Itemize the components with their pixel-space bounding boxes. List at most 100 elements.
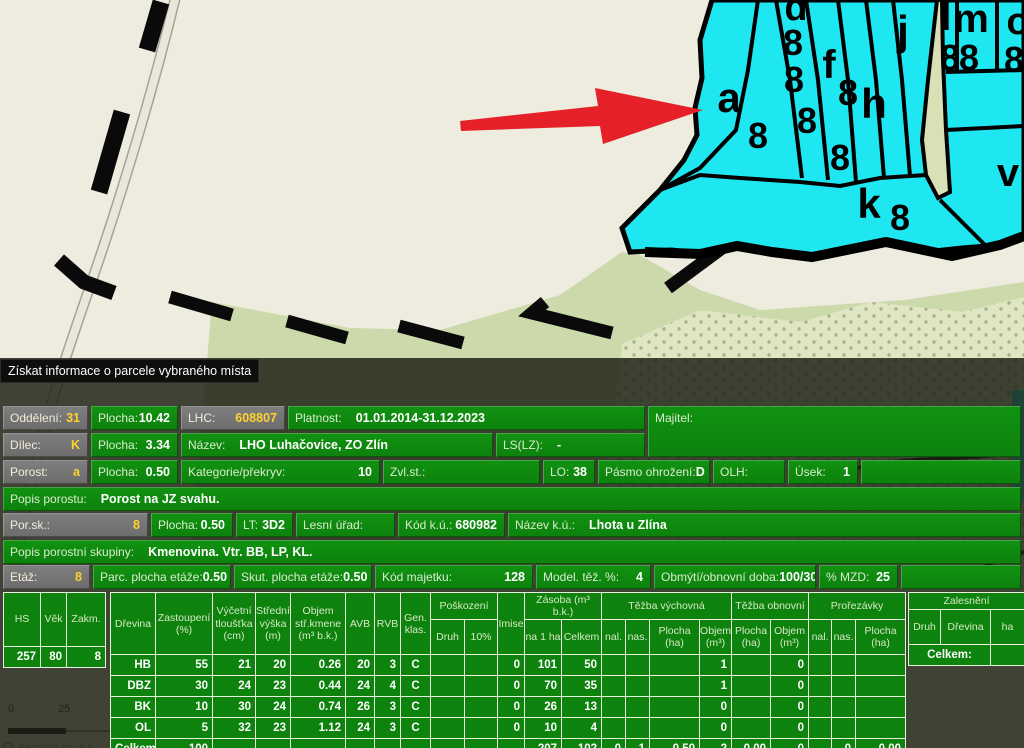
column-header: Střední výška (m): [256, 593, 291, 655]
stand-number: 8: [838, 72, 858, 113]
sub-column-header: Objem (m³): [700, 620, 732, 655]
field-skut_plocha: Skut. plocha etáže:0.50: [234, 565, 372, 589]
field-oddeleni: Oddělení: 31: [3, 406, 88, 430]
parcel-label-f: f: [822, 43, 836, 87]
parcel-label-l: l: [941, 0, 952, 39]
field-value: D: [696, 465, 705, 479]
stand-number: 8: [784, 59, 804, 100]
field-label: Platnost:: [295, 411, 342, 425]
field-value: 38: [573, 465, 587, 479]
table-cell: 0: [832, 739, 856, 748]
field-value: 8: [75, 570, 82, 584]
field-label: Parc. plocha etáže:: [100, 570, 203, 584]
column-header: Objem stř.kmene (m³ b.k.): [291, 593, 346, 655]
table-cell: C: [401, 655, 431, 676]
field-majitel: Majitel:: [648, 406, 1021, 457]
field-label: Plocha:: [98, 438, 138, 452]
field-label: Model. těž. %:: [543, 570, 619, 584]
field-label: LT:: [243, 518, 258, 532]
field-label: Oddělení:: [10, 411, 62, 425]
table-cell: 0.00: [856, 739, 906, 748]
table-cell: [346, 739, 375, 748]
table-cell: [431, 718, 465, 739]
table-cell: OL: [111, 718, 156, 739]
field-label: Plocha:: [158, 518, 198, 532]
field-label: Popis porostní skupiny:: [10, 545, 134, 559]
field-label: LS(LZ):: [503, 438, 543, 452]
sub-column-header: Plocha (ha): [732, 620, 771, 655]
table-cell: 0: [498, 697, 525, 718]
table-cell: [856, 655, 906, 676]
table-cell: 4: [375, 676, 401, 697]
table-cell: 0.50: [650, 739, 700, 748]
table-cell: [256, 739, 291, 748]
table-cell: [832, 718, 856, 739]
table-cell: 101: [525, 655, 562, 676]
table-cell: [602, 655, 626, 676]
table-cell: 100: [156, 739, 213, 748]
table-cell: [732, 655, 771, 676]
field-value: 31: [66, 411, 80, 425]
stand-number: 8: [783, 22, 803, 63]
table-cell: 24: [346, 718, 375, 739]
table-cell: 0: [498, 655, 525, 676]
table-row: OL532231.12243C010400: [111, 718, 906, 739]
field-label: LHC:: [188, 411, 215, 425]
stand-number: 8: [748, 115, 768, 156]
table-cell: 55: [156, 655, 213, 676]
table-cell: 0: [771, 676, 809, 697]
field-value: a: [73, 465, 80, 479]
field-value: 100/30: [779, 570, 816, 584]
table-cell: [465, 655, 498, 676]
hs-value-cell: 257: [4, 647, 41, 668]
field-label: Kód majetku:: [382, 570, 452, 584]
field-label: Majitel:: [655, 411, 693, 425]
group-header: Zalesnění: [909, 593, 1024, 610]
table-cell: [431, 697, 465, 718]
field-kategorie: Kategorie/překryv:10: [181, 460, 380, 484]
parcel-label-j: j: [896, 7, 909, 54]
sub-column-header: Dřevina: [941, 610, 991, 645]
sub-column-header: Druh: [431, 620, 465, 655]
column-header: Imise: [498, 593, 525, 655]
group-header: Těžba obnovní: [732, 593, 809, 620]
table-cell: [602, 718, 626, 739]
table-cell: 24: [213, 676, 256, 697]
field-dilec: Dílec:K: [3, 433, 88, 457]
field-zvlst: Zvl.st.:: [383, 460, 540, 484]
sub-column-header: Druh: [909, 610, 941, 645]
hs-header-cell: Věk: [41, 593, 67, 647]
field-kod_ku: Kód k.ú.:680982: [398, 513, 505, 537]
table-cell: [732, 676, 771, 697]
table-cell: [431, 739, 465, 748]
field-plocha_odd: Plocha:10.42: [91, 406, 178, 430]
field-label: Kód k.ú.:: [405, 518, 452, 532]
table-cell: 4: [562, 718, 602, 739]
table-cell: [809, 697, 832, 718]
stand-number: 8: [830, 137, 850, 178]
field-label: Pásmo ohrožení:: [605, 465, 696, 479]
field-value: Porost na JZ svahu.: [101, 492, 220, 506]
sub-column-header: Plocha (ha): [650, 620, 700, 655]
parcel-label-o: o: [1006, 1, 1024, 43]
field-value: LHO Luhačovice, ZO Zlín: [239, 438, 388, 452]
field-label: Obmýtí/obnovní doba:: [661, 570, 779, 584]
sub-column-header: Celkem: [562, 620, 602, 655]
group-header: Těžba výchovná: [602, 593, 732, 620]
table-cell: [832, 676, 856, 697]
field-label: Etáž:: [10, 570, 37, 584]
table-cell: [401, 739, 431, 748]
table-cell: [732, 697, 771, 718]
sub-column-header: nas.: [832, 620, 856, 655]
table-cell: 21: [213, 655, 256, 676]
table-cell: 20: [256, 655, 291, 676]
field-label: Zvl.st.:: [390, 465, 425, 479]
field-porost: Porost:a: [3, 460, 88, 484]
field-nazev: Název:LHO Luhačovice, ZO Zlín: [181, 433, 493, 457]
field-porsk: Por.sk.:8: [3, 513, 148, 537]
table-cell: 24: [256, 697, 291, 718]
sub-column-header: nal.: [809, 620, 832, 655]
table-row: BK1030240.74263C0261300: [111, 697, 906, 718]
field-lo: LO:38: [543, 460, 595, 484]
field-mzd: % MZD:25: [819, 565, 898, 589]
